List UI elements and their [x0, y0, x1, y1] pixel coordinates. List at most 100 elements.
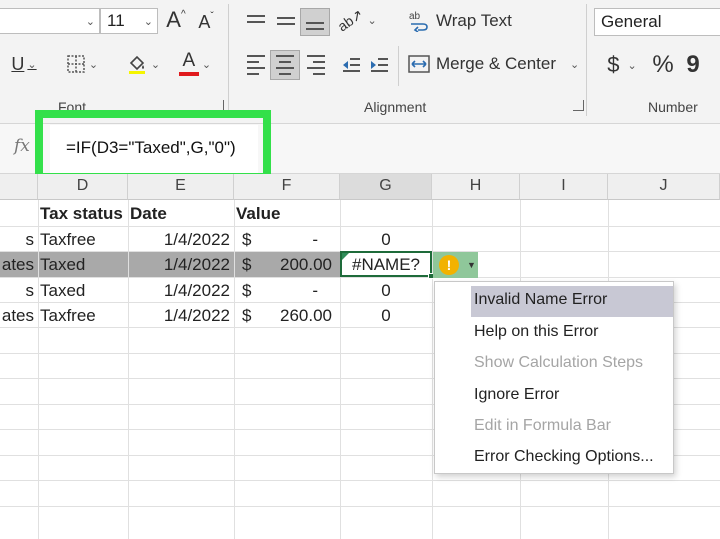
table-cell[interactable]: Taxfree — [40, 303, 128, 328]
alignment-dialog-launcher-icon[interactable] — [573, 100, 584, 111]
group-separator — [586, 4, 587, 116]
borders-button[interactable]: ⌄ — [58, 50, 106, 78]
svg-text:ab: ab — [409, 11, 421, 22]
table-cell[interactable]: s — [0, 227, 38, 252]
column-header-c[interactable] — [0, 174, 38, 200]
orientation-button[interactable]: ab↗ ⌄ — [335, 5, 378, 34]
table-cell[interactable]: ates — [0, 252, 38, 277]
table-cell[interactable]: 1/4/2022 — [128, 303, 232, 328]
table-cell[interactable]: $ — [242, 303, 262, 328]
middle-align-button[interactable] — [272, 8, 300, 34]
table-cell[interactable]: - — [262, 227, 318, 252]
menu-item-show-calculation-steps[interactable]: Show Calculation Steps — [471, 349, 673, 380]
table-cell[interactable]: Value — [236, 201, 340, 226]
chevron-down-icon: ⌄ — [367, 14, 377, 27]
table-cell[interactable]: Date — [130, 201, 234, 226]
align-center-icon — [276, 55, 294, 75]
fill-color-button[interactable]: ⌄ — [118, 50, 168, 78]
comma-style-button[interactable]: 9 — [682, 50, 704, 80]
table-cell[interactable]: 200.00 — [262, 252, 332, 277]
top-align-icon — [247, 15, 265, 27]
menu-item-ignore-error[interactable]: Ignore Error — [471, 381, 673, 412]
percent-icon: % — [652, 51, 674, 78]
caret-down-icon: ˇ — [210, 10, 214, 22]
number-format-value: General — [601, 12, 662, 31]
align-right-icon — [307, 55, 325, 75]
underline-label: U — [11, 53, 25, 74]
chevron-down-icon: ⌄ — [143, 16, 153, 28]
table-cell[interactable]: Tax status — [40, 201, 128, 226]
active-cell[interactable]: #NAME? — [340, 251, 432, 277]
chevron-down-icon: ⌄ — [88, 58, 99, 71]
align-left-icon — [247, 55, 265, 75]
increase-indent-icon — [371, 58, 388, 72]
merge-center-button[interactable]: Merge & Center ⌄ — [408, 54, 579, 74]
wrap-text-button[interactable]: ab Wrap Text — [408, 10, 512, 32]
align-center-button[interactable] — [270, 50, 300, 80]
table-cell[interactable]: $ — [242, 227, 262, 252]
top-align-button[interactable] — [242, 8, 270, 34]
chevron-down-icon: ⌄ — [201, 58, 212, 71]
bottom-align-icon — [306, 22, 324, 30]
chevron-down-icon: ⌄ — [27, 58, 37, 71]
column-header-i[interactable]: I — [520, 174, 608, 200]
font-size-dropdown[interactable]: 11 ⌄ — [100, 8, 158, 34]
table-cell[interactable]: $ — [242, 278, 262, 303]
grow-font-button[interactable]: A ^ — [164, 6, 188, 34]
increase-indent-button[interactable] — [366, 52, 392, 78]
gridline — [0, 506, 720, 507]
underline-button[interactable]: U ⌄ — [10, 50, 38, 78]
number-format-dropdown[interactable]: General — [594, 8, 720, 36]
table-cell[interactable]: Taxed — [40, 278, 128, 303]
decrease-indent-button[interactable] — [338, 52, 364, 78]
table-cell[interactable]: s — [0, 278, 38, 303]
font-color-button[interactable]: A ⌄ — [172, 48, 218, 80]
column-header-e[interactable]: E — [128, 174, 234, 200]
align-left-button[interactable] — [242, 52, 270, 78]
column-header-j[interactable]: J — [608, 174, 720, 200]
font-name-dropdown[interactable]: ⌄ — [0, 8, 100, 34]
table-cell[interactable]: 1/4/2022 — [128, 278, 232, 303]
font-size-value: 11 — [107, 11, 125, 30]
column-header-d[interactable]: D — [38, 174, 128, 200]
caret-down-icon: ▼ — [467, 260, 476, 270]
table-cell[interactable]: ates — [0, 303, 38, 328]
menu-item-invalid-name-error[interactable]: Invalid Name Error — [471, 286, 673, 317]
table-cell[interactable]: 1/4/2022 — [128, 252, 232, 277]
decrease-indent-icon — [343, 58, 360, 72]
menu-item-error-checking-options[interactable]: Error Checking Options... — [471, 443, 673, 474]
shrink-font-button[interactable]: Aˇ — [194, 8, 218, 36]
percent-style-button[interactable]: % — [650, 50, 676, 80]
error-options-button[interactable]: ! ▼ — [433, 252, 478, 278]
column-header-g[interactable]: G — [340, 174, 432, 200]
middle-align-icon — [277, 17, 295, 25]
column-header-h[interactable]: H — [432, 174, 520, 200]
group-separator — [228, 4, 229, 116]
table-cell[interactable]: Taxfree — [40, 227, 128, 252]
table-cell[interactable]: 1/4/2022 — [128, 227, 232, 252]
table-cell[interactable]: $ — [242, 252, 262, 277]
dollar-icon: $ — [607, 52, 620, 77]
comma-icon: 9 — [686, 51, 700, 78]
formula-highlight-box — [35, 110, 271, 181]
bottom-align-button[interactable] — [300, 8, 330, 36]
borders-icon — [67, 55, 85, 73]
menu-item-edit-in-formula-bar[interactable]: Edit in Formula Bar — [471, 412, 673, 443]
error-options-menu: Invalid Name Error Help on this Error Sh… — [434, 281, 674, 474]
table-cell[interactable]: 0 — [340, 278, 432, 303]
table-cell[interactable]: - — [262, 278, 318, 303]
table-cell[interactable]: 0 — [340, 227, 432, 252]
table-cell[interactable]: 0 — [340, 303, 432, 328]
menu-item-help-on-error[interactable]: Help on this Error — [471, 318, 673, 349]
warning-icon: ! — [439, 255, 459, 275]
accounting-format-button[interactable]: $ ⌄ — [600, 50, 644, 80]
table-cell[interactable]: 260.00 — [262, 303, 332, 328]
chevron-down-icon: ⌄ — [570, 58, 580, 71]
align-right-button[interactable] — [302, 52, 330, 78]
chevron-down-icon: ⌄ — [150, 58, 161, 71]
column-header-f[interactable]: F — [234, 174, 340, 200]
chevron-down-icon: ⌄ — [627, 59, 637, 72]
active-cell-value: #NAME? — [351, 255, 421, 274]
table-cell[interactable]: Taxed — [40, 252, 128, 277]
insert-function-icon[interactable]: fx — [14, 136, 30, 156]
